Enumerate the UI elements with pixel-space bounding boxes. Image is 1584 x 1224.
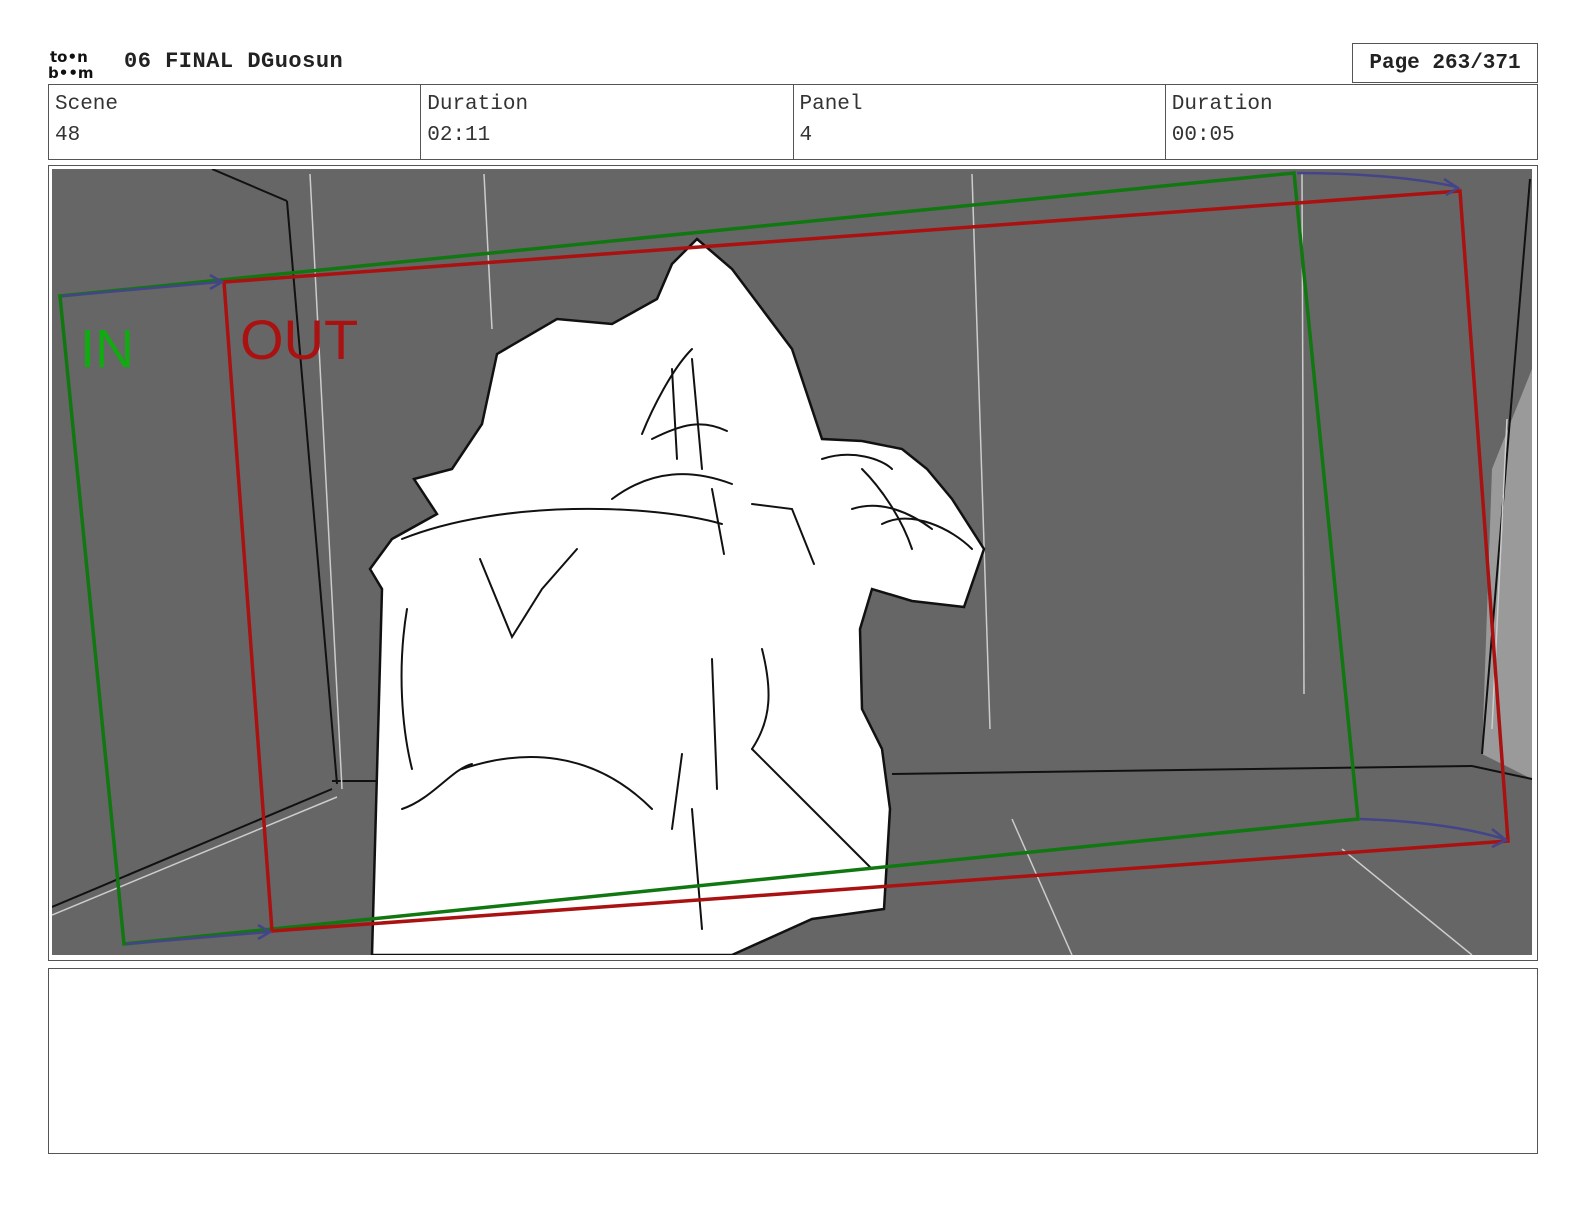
panel-duration-label: Duration [1171,93,1273,116]
scene-value: 48 [55,124,81,147]
panel-value: 4 [799,124,813,147]
panel-artwork: IN OUT [52,169,1532,955]
scene-label: Scene [55,93,119,116]
scene-duration-cell: Duration 02:11 [421,85,794,159]
in-label: IN [80,319,134,379]
project-title: 06 FINAL DGuosun [124,49,344,74]
logo-bottom-text: b••m [48,64,94,80]
scene-info-row: Scene 48 Duration 02:11 Panel 4 Duration… [48,84,1538,160]
panel-cell: Panel 4 [794,85,1166,159]
panel-duration-value: 00:05 [1171,124,1235,147]
scene-cell: Scene 48 [49,85,422,159]
panel-notes-area [48,968,1538,1154]
panel-duration-cell: Duration 00:05 [1166,85,1537,159]
out-label: OUT [240,308,358,371]
storyboard-panel: IN OUT [48,165,1538,961]
toonboom-logo: to•n b••m [48,48,104,82]
panel-label: Panel [799,93,863,116]
scene-duration-value: 02:11 [427,124,491,147]
page-indicator: Page 263/371 [1352,43,1538,83]
scene-duration-label: Duration [427,93,529,116]
toonboom-logo-graphic: to•n b••m [48,48,94,82]
